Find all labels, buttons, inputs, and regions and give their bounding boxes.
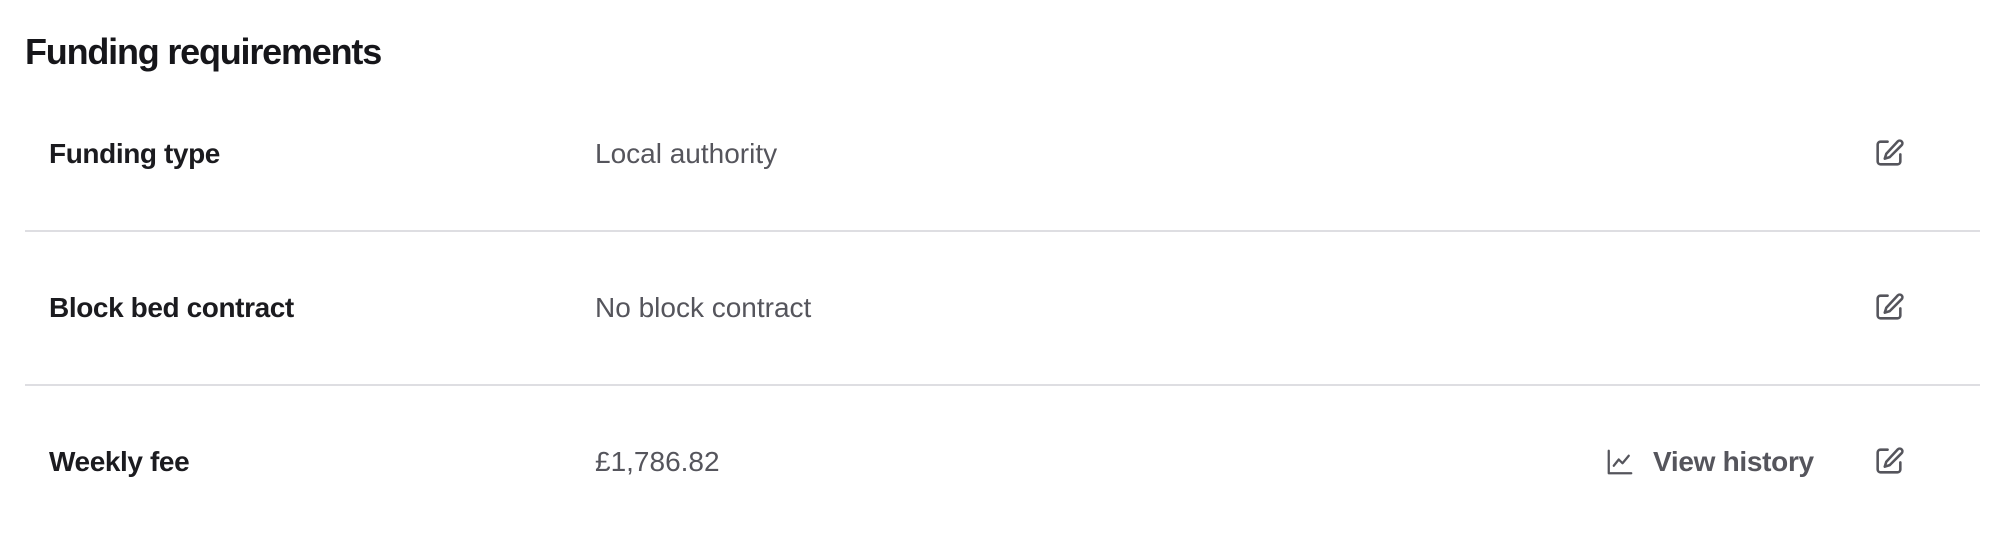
weekly-fee-row: Weekly fee £1,786.82 View history [25,386,1980,538]
row-label: Funding type [49,138,220,169]
view-history-label: View history [1653,446,1814,477]
row-label: Block bed contract [49,292,294,323]
row-value: £1,786.82 [595,446,720,477]
edit-icon[interactable] [1872,136,1906,170]
view-history-button[interactable]: View history [1605,442,1814,482]
section-title: Funding requirements [25,31,382,72]
block-bed-contract-row: Block bed contract No block contract [25,232,1980,386]
edit-icon[interactable] [1872,444,1906,478]
row-value: No block contract [595,292,812,323]
funding-type-row: Funding type Local authority [25,78,1980,232]
edit-icon[interactable] [1872,290,1906,324]
row-label: Weekly fee [49,446,190,477]
line-chart-icon [1605,447,1635,477]
row-value: Local authority [595,138,778,169]
